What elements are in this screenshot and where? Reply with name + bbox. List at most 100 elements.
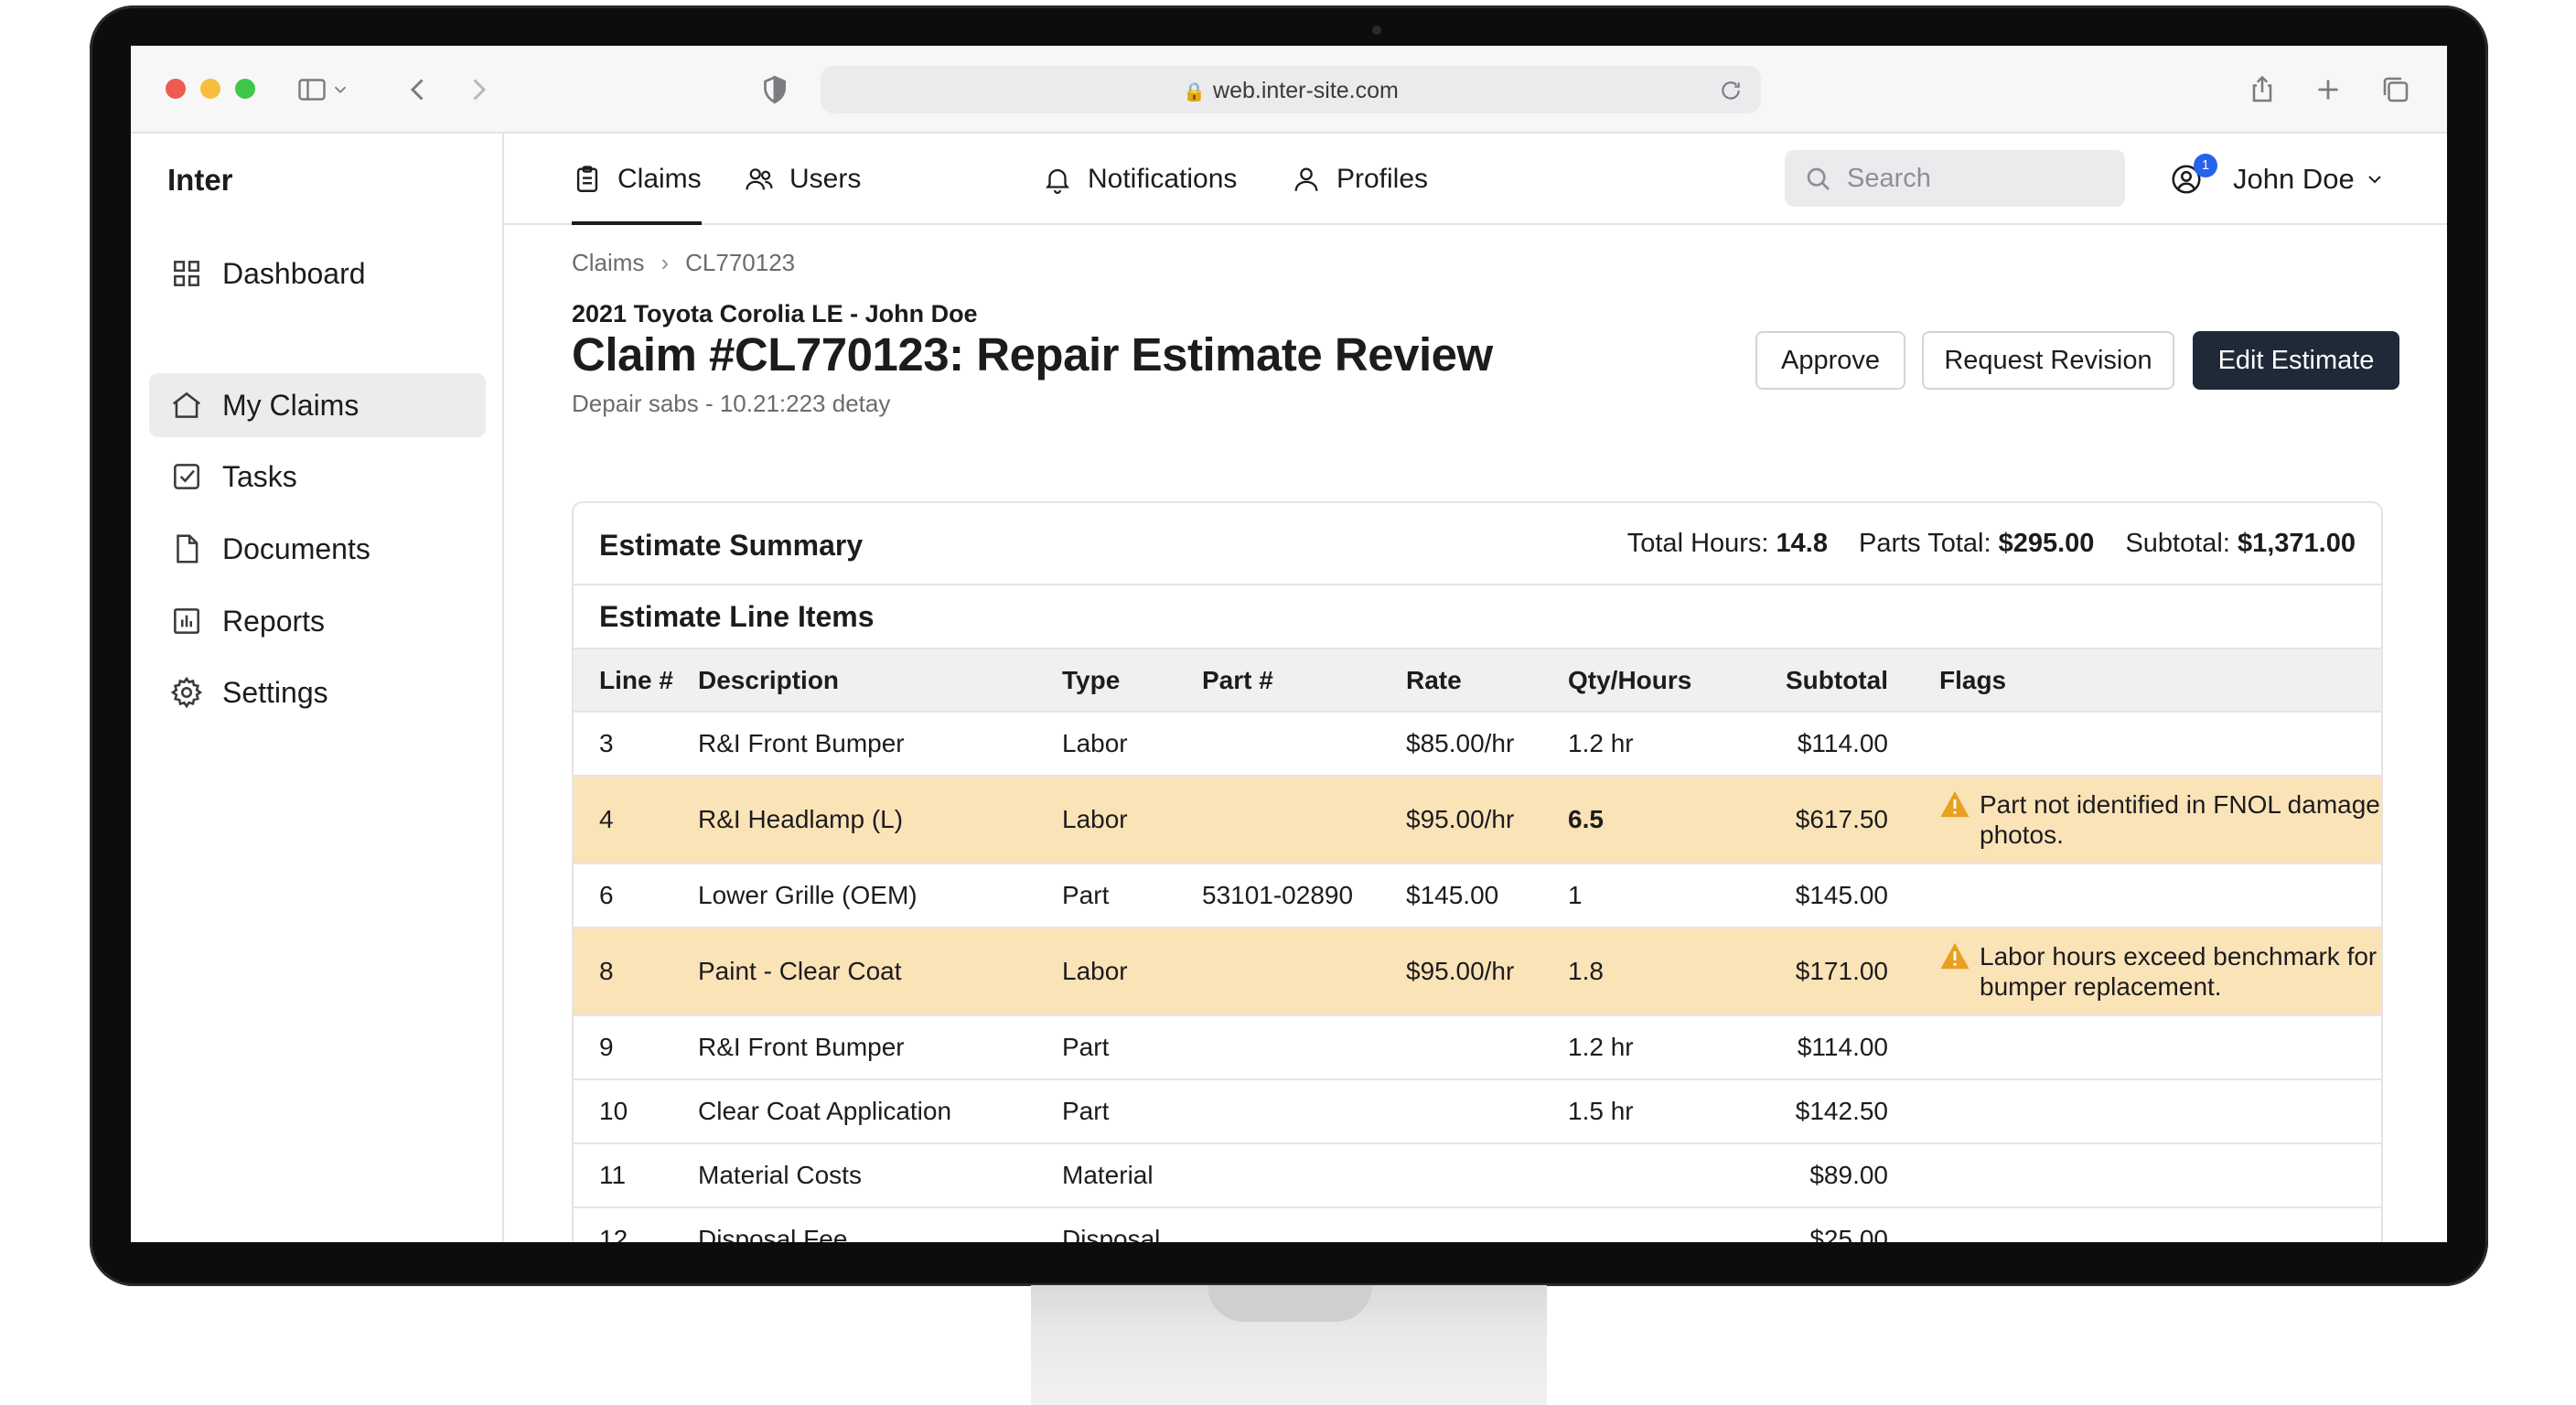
edit-estimate-button[interactable]: Edit Estimate	[2193, 331, 2399, 390]
cell-type: Disposal	[1062, 1207, 1202, 1242]
cell-qty: 1.8	[1568, 928, 1742, 1016]
monitor-stand-notch	[1208, 1285, 1372, 1322]
sidebar-item-my-claims[interactable]: My Claims	[149, 373, 486, 437]
app-logo[interactable]: Inter	[167, 163, 233, 198]
cell-line: 6	[574, 863, 698, 928]
chevron-down-icon[interactable]	[330, 73, 350, 106]
tab-label: Notifications	[1088, 164, 1238, 194]
column-header[interactable]: Line #	[574, 649, 698, 713]
screen: 🔒 web.inter-site.com Inter Dashboard My C…	[131, 46, 2447, 1242]
address-bar[interactable]: 🔒 web.inter-site.com	[821, 66, 1761, 113]
cell-part: 53101-02890	[1202, 863, 1406, 928]
tab-claims[interactable]: Claims	[572, 134, 702, 225]
sidebar-item-label: Tasks	[222, 459, 297, 493]
sidebar-item-tasks[interactable]: Tasks	[149, 445, 486, 509]
share-icon[interactable]	[2246, 73, 2279, 106]
tab-profiles[interactable]: Profiles	[1291, 134, 1428, 225]
column-header[interactable]: Part #	[1202, 649, 1406, 713]
cell-description: Material Costs	[698, 1143, 1062, 1208]
shield-icon[interactable]	[758, 73, 791, 106]
cell-qty: 1.2 hr	[1568, 712, 1742, 777]
notification-badge: 1	[2194, 154, 2217, 177]
url-text: 🔒 web.inter-site.com	[1183, 78, 1399, 103]
cell-part	[1202, 1079, 1406, 1144]
sidebar-item-documents[interactable]: Documents	[149, 517, 486, 581]
tab-label: Users	[789, 164, 862, 194]
estimate-summary-header: Estimate Summary Total Hours: 14.8 Parts…	[574, 503, 2381, 585]
cell-qty	[1568, 1143, 1742, 1208]
table-row-flagged[interactable]: 4 R&I Headlamp (L) Labor $95.00/hr 6.5 $…	[574, 776, 2381, 864]
tab-overview-icon[interactable]	[2379, 73, 2412, 106]
cell-type: Labor	[1062, 928, 1202, 1016]
reload-icon[interactable]	[1719, 79, 1743, 102]
column-header[interactable]: Type	[1062, 649, 1202, 713]
maximize-window-button[interactable]	[235, 79, 255, 99]
table-row[interactable]: 9 R&I Front Bumper Part 1.2 hr $114.00	[574, 1015, 2381, 1080]
user-menu[interactable]: John Doe	[2169, 134, 2386, 225]
cell-rate	[1406, 1015, 1568, 1080]
table-row[interactable]: 6 Lower Grille (OEM) Part 53101-02890 $1…	[574, 863, 2381, 928]
tab-notifications[interactable]: Notifications	[1042, 134, 1237, 225]
table-row[interactable]: 11 Material Costs Material $89.00	[574, 1143, 2381, 1208]
sidebar-item-reports[interactable]: Reports	[149, 589, 486, 653]
table-row-flagged[interactable]: 8 Paint - Clear Coat Labor $95.00/hr 1.8…	[574, 928, 2381, 1016]
bell-icon	[1046, 169, 1069, 194]
back-arrow-icon[interactable]	[402, 73, 435, 106]
sidebar-toggle-icon[interactable]	[295, 73, 328, 106]
estimate-card: Estimate Summary Total Hours: 14.8 Parts…	[572, 501, 2383, 1242]
breadcrumb-claims[interactable]: Claims	[572, 249, 644, 277]
cell-qty: 1.5 hr	[1568, 1079, 1742, 1144]
cell-type: Material	[1062, 1143, 1202, 1208]
flag-message: Part not identified in FNOL damage photo…	[1980, 790, 2380, 849]
table-row[interactable]: 12 Disposal Fee Disposal $25.00	[574, 1207, 2381, 1242]
close-window-button[interactable]	[166, 79, 186, 99]
main-content: Claims › CL770123 2021 Toyota Corolia LE…	[504, 225, 2447, 1242]
search-placeholder: Search	[1847, 163, 1931, 193]
cell-rate: $95.00/hr	[1406, 928, 1568, 1016]
user-icon	[1294, 167, 1318, 191]
column-header[interactable]: Description	[698, 649, 1062, 713]
bar-chart-icon	[174, 608, 199, 634]
cell-qty: 6.5	[1568, 776, 1742, 864]
estimate-totals: Total Hours: 14.8 Parts Total: $295.00 S…	[1627, 529, 2356, 559]
cell-rate: $85.00/hr	[1406, 712, 1568, 777]
cell-flag	[1888, 1015, 2381, 1080]
page-title: Claim #CL770123: Repair Estimate Review	[572, 328, 1493, 381]
users-icon	[746, 168, 773, 190]
home-icon	[172, 391, 201, 418]
cell-subtotal: $89.00	[1742, 1143, 1888, 1208]
table-row[interactable]: 3 R&I Front Bumper Labor $85.00/hr 1.2 h…	[574, 712, 2381, 777]
minimize-window-button[interactable]	[200, 79, 220, 99]
column-header[interactable]: Subtotal	[1742, 649, 1888, 713]
tab-users[interactable]: Users	[744, 134, 861, 225]
tab-label: Claims	[617, 164, 702, 194]
sidebar-item-dashboard[interactable]: Dashboard	[149, 241, 486, 306]
forward-arrow-icon[interactable]	[462, 73, 495, 106]
approve-button[interactable]: Approve	[1755, 331, 1905, 390]
table-row[interactable]: 10 Clear Coat Application Part 1.5 hr $1…	[574, 1079, 2381, 1144]
sidebar-item-label: My Claims	[222, 388, 360, 422]
sidebar-item-label: Documents	[222, 531, 370, 565]
cell-qty	[1568, 1207, 1742, 1242]
cell-flag: Part not identified in FNOL damage photo…	[1888, 776, 2381, 864]
sidebar-item-settings[interactable]: Settings	[149, 660, 486, 724]
breadcrumb-claim-id: CL770123	[685, 249, 796, 276]
cell-flag	[1888, 712, 2381, 777]
request-revision-button[interactable]: Request Revision	[1922, 331, 2174, 390]
search-input[interactable]: Search	[1785, 150, 2125, 207]
line-items-table: Line # Description Type Part # Rate Qty/…	[574, 649, 2381, 1242]
cell-part	[1202, 776, 1406, 864]
column-header[interactable]: Qty/Hours	[1568, 649, 1742, 713]
document-icon	[177, 534, 199, 563]
cell-line: 11	[574, 1143, 698, 1208]
cell-subtotal: $114.00	[1742, 1015, 1888, 1080]
column-header[interactable]: Flags	[1888, 649, 2381, 713]
cell-qty: 1.2 hr	[1568, 1015, 1742, 1080]
cell-subtotal: $142.50	[1742, 1079, 1888, 1144]
cell-description: Clear Coat Application	[698, 1079, 1062, 1144]
checkbox-icon	[174, 464, 199, 489]
column-header[interactable]: Rate	[1406, 649, 1568, 713]
cell-type: Part	[1062, 1079, 1202, 1144]
total-hours: Total Hours: 14.8	[1626, 529, 1828, 558]
new-tab-icon[interactable]	[2312, 73, 2345, 106]
